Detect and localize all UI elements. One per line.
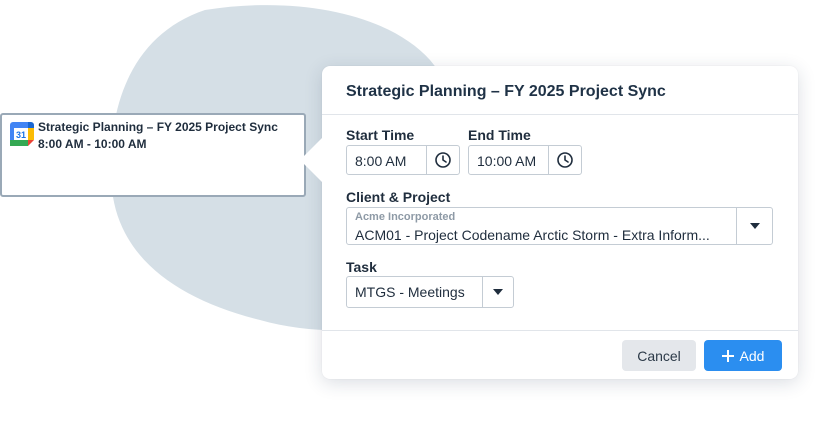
event-title: Strategic Planning – FY 2025 Project Syn… xyxy=(38,120,278,134)
add-button-label: Add xyxy=(739,347,765,364)
time-entry-popover: Strategic Planning – FY 2025 Project Syn… xyxy=(300,66,798,379)
clock-icon xyxy=(557,152,573,168)
event-time-range: 8:00 AM - 10:00 AM xyxy=(38,137,147,151)
start-time-label: Start Time xyxy=(346,127,415,143)
start-time-field[interactable]: 8:00 AM xyxy=(346,145,460,175)
end-time-clock-button[interactable] xyxy=(548,146,581,174)
calendar-event-card[interactable]: 31 Strategic Planning – FY 2025 Project … xyxy=(0,113,306,197)
divider xyxy=(322,114,798,115)
add-button[interactable]: Add xyxy=(704,340,782,371)
calendar-day-number: 31 xyxy=(16,130,26,140)
start-time-value: 8:00 AM xyxy=(355,153,407,169)
task-dropdown-button[interactable] xyxy=(482,277,513,307)
chevron-down-icon xyxy=(749,223,760,229)
divider xyxy=(322,330,798,331)
popover-title: Strategic Planning – FY 2025 Project Syn… xyxy=(346,83,666,100)
start-time-clock-button[interactable] xyxy=(426,146,459,174)
client-project-label: Client & Project xyxy=(346,189,451,205)
cancel-button-label: Cancel xyxy=(637,347,681,364)
client-project-select[interactable]: Acme Incorporated ACM01 - Project Codena… xyxy=(346,207,773,245)
google-calendar-icon: 31 xyxy=(10,122,34,146)
end-time-label: End Time xyxy=(468,127,531,143)
cancel-button[interactable]: Cancel xyxy=(622,340,696,371)
client-name: Acme Incorporated xyxy=(355,211,456,223)
clock-icon xyxy=(435,152,451,168)
task-select[interactable]: MTGS - Meetings xyxy=(346,276,514,308)
project-value: ACM01 - Project Codename Arctic Storm - … xyxy=(355,227,710,243)
plus-icon xyxy=(721,349,734,362)
task-value: MTGS - Meetings xyxy=(355,284,465,300)
end-time-field[interactable]: 10:00 AM xyxy=(468,145,582,175)
end-time-value: 10:00 AM xyxy=(477,153,537,169)
task-label: Task xyxy=(346,259,377,275)
client-project-dropdown-button[interactable] xyxy=(736,208,772,244)
chevron-down-icon xyxy=(493,289,503,295)
popover-pointer xyxy=(300,138,322,182)
